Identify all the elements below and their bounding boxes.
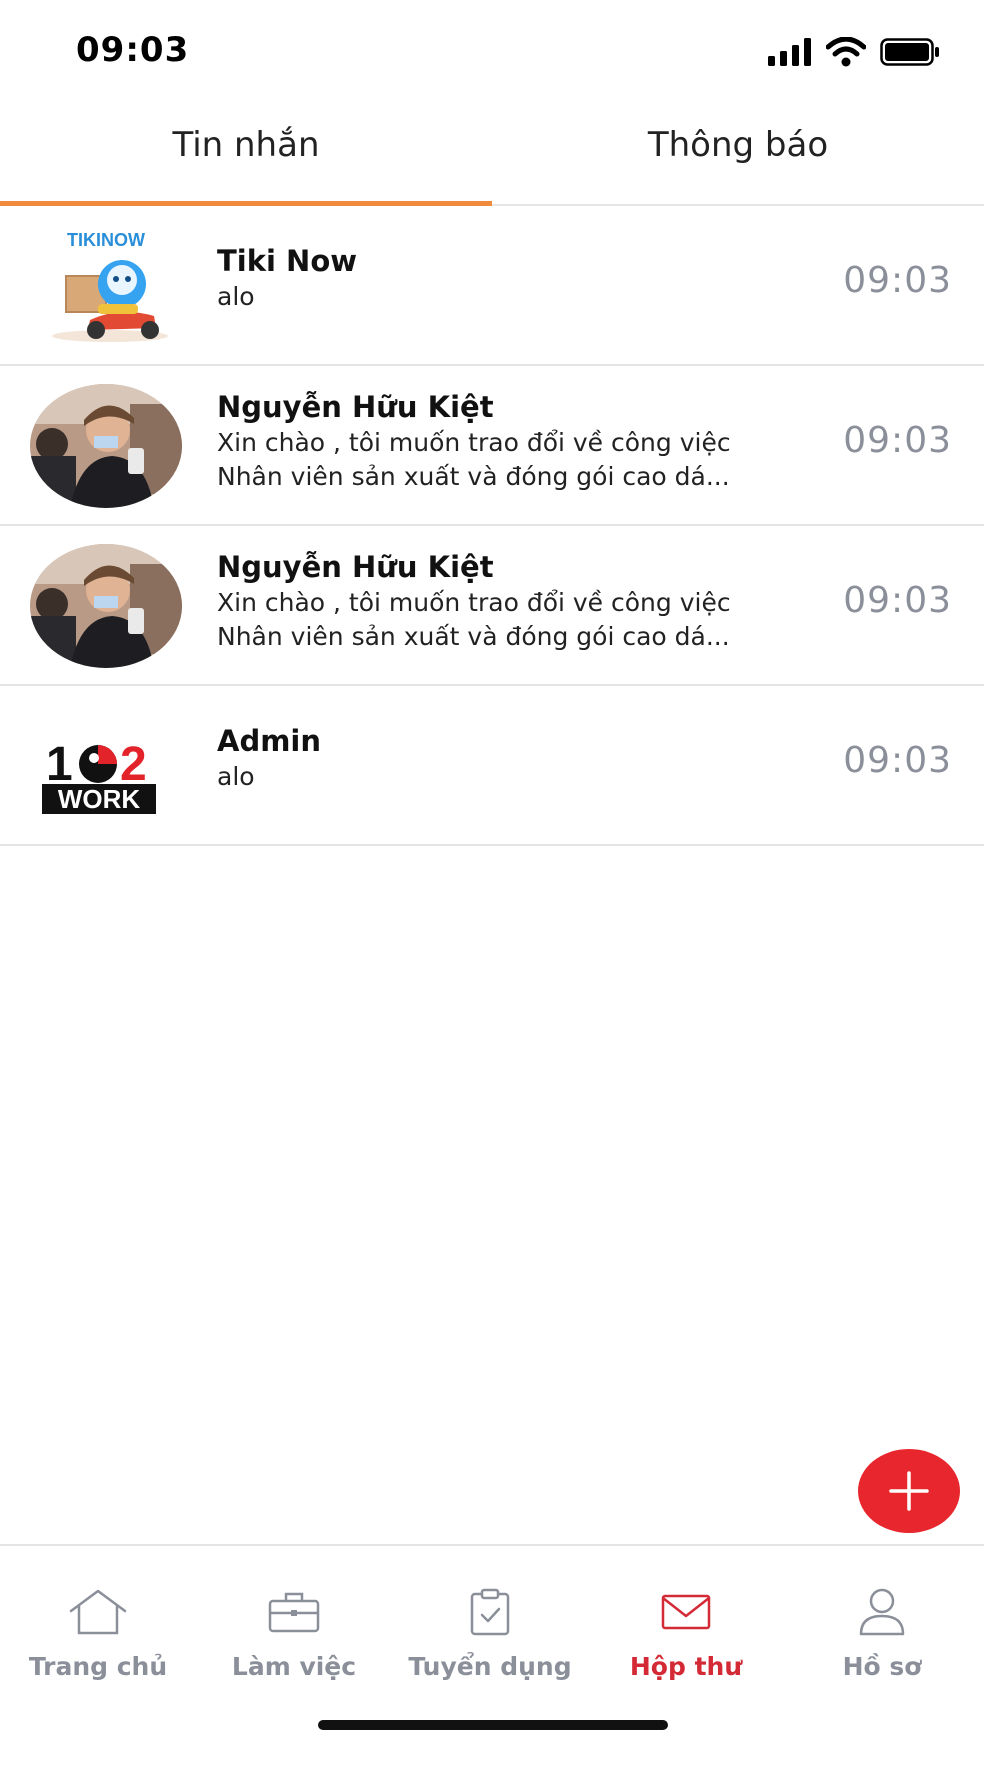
nav-profile-label: Hồ sơ <box>842 1652 922 1681</box>
nav-profile[interactable]: Hồ sơ <box>784 1586 980 1681</box>
chat-preview: alo <box>217 282 255 311</box>
signal-icon <box>768 38 811 66</box>
nav-inbox-label: Hộp thư <box>629 1652 743 1681</box>
chat-time: 09:03 <box>843 420 952 461</box>
clipboard-check-icon <box>470 1588 510 1636</box>
chat-name: Nguyễn Hữu Kiệt <box>217 550 494 584</box>
chat-time: 09:03 <box>843 580 952 621</box>
nav-recruitment[interactable]: Tuyển dụng <box>392 1586 588 1681</box>
person-icon <box>859 1588 905 1636</box>
tab-notifications-label: Thông báo <box>647 125 829 165</box>
status-icons <box>768 36 940 68</box>
nav-home[interactable]: Trang chủ <box>0 1586 196 1681</box>
chat-name: Admin <box>217 724 322 758</box>
chat-row-user[interactable]: Nguyễn Hữu Kiệt Xin chào , tôi muốn trao… <box>0 526 984 686</box>
chat-preview-line-2: Nhân viên sản xuất và đóng gói cao dá... <box>217 622 730 651</box>
chat-preview-line-2: Nhân viên sản xuất và đóng gói cao dá... <box>217 462 730 491</box>
chat-name: Nguyễn Hữu Kiệt <box>217 390 494 424</box>
battery-icon <box>880 38 939 66</box>
tab-messages[interactable]: Tin nhắn <box>0 100 492 206</box>
chat-row-tikinow[interactable]: TIKINOW Tiki Now alo 09:03 <box>0 206 984 366</box>
chat-preview-line-1: Xin chào , tôi muốn trao đổi về công việ… <box>217 588 731 617</box>
chat-time: 09:03 <box>843 260 952 301</box>
home-icon <box>69 1589 127 1635</box>
tab-bar: Tin nhắn Thông báo <box>0 100 984 206</box>
102work-avatar: 1 2 WORK <box>30 704 182 828</box>
nav-home-label: Trang chủ <box>28 1652 168 1681</box>
user-avatar <box>30 544 182 668</box>
chat-row-user[interactable]: Nguyễn Hữu Kiệt Xin chào , tôi muốn trao… <box>0 366 984 526</box>
102work-logo-work: WORK <box>58 784 141 814</box>
status-time: 09:03 <box>76 30 190 70</box>
chat-row-admin[interactable]: 1 2 WORK Admin alo 09:03 <box>0 686 984 846</box>
status-bar: 09:03 <box>0 0 1000 100</box>
mail-icon <box>661 1594 711 1630</box>
plus-icon <box>889 1471 929 1511</box>
nav-work[interactable]: Làm việc <box>196 1586 392 1681</box>
nav-recruitment-label: Tuyển dụng <box>408 1652 572 1681</box>
tikinow-logo-text: TIKINOW <box>67 230 145 250</box>
briefcase-icon <box>268 1592 320 1633</box>
tab-notifications[interactable]: Thông báo <box>492 100 984 204</box>
chat-preview: alo <box>217 762 255 791</box>
tab-messages-label: Tin nhắn <box>172 125 320 165</box>
wifi-icon <box>826 37 866 67</box>
chat-list: TIKINOW Tiki Now alo 09:03 Nguyễn Hữu Ki… <box>0 206 984 846</box>
home-indicator <box>318 1720 668 1730</box>
chat-preview-line-1: Xin chào , tôi muốn trao đổi về công việ… <box>217 428 731 457</box>
chat-name: Tiki Now <box>217 244 358 278</box>
user-avatar <box>30 384 182 508</box>
bottom-nav: Trang chủ Làm việc Tuyển dụng Hộp thư Hồ… <box>0 1544 984 1778</box>
nav-work-label: Làm việc <box>231 1652 357 1681</box>
new-message-button[interactable] <box>858 1449 960 1533</box>
nav-inbox[interactable]: Hộp thư <box>588 1586 784 1681</box>
tikinow-avatar: TIKINOW <box>30 224 182 348</box>
chat-time: 09:03 <box>843 740 952 781</box>
